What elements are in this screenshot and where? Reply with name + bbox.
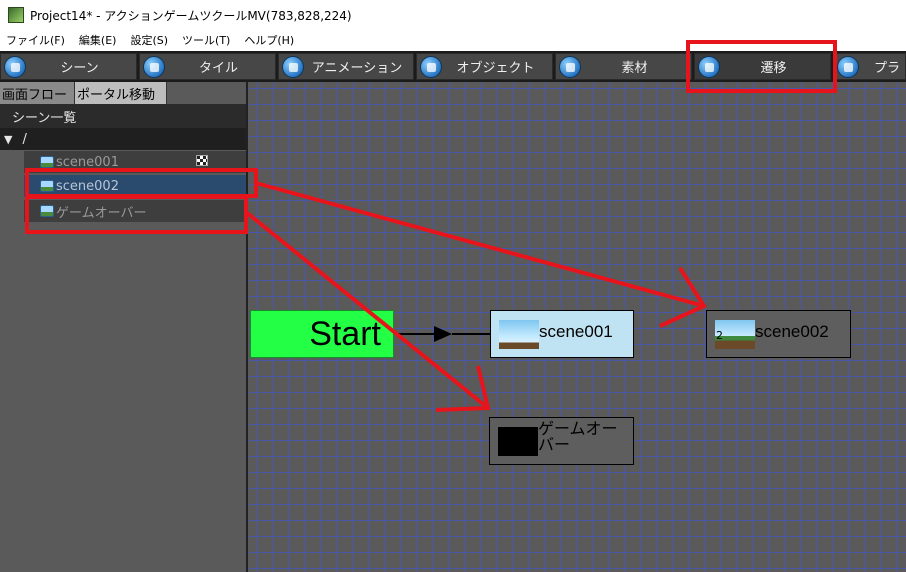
tree-root-label: / [22, 131, 27, 147]
scene-node-scene002[interactable]: 2 scene002 [706, 310, 851, 358]
scene-list-panel: 画面フロー ポータル移動 シーン一覧 ▼ / scene001 scene002… [0, 82, 246, 572]
checkered-flag-icon [196, 155, 208, 166]
subtab-portal-move[interactable]: ポータル移動 [75, 82, 167, 104]
scene-list-item-gameover[interactable]: ゲームオーバー [24, 200, 246, 222]
animation-icon [282, 56, 304, 78]
scene-icon [40, 205, 54, 217]
start-node-label: Start [309, 314, 381, 353]
object-icon [420, 56, 442, 78]
transition-icon [698, 56, 720, 78]
menu-help[interactable]: ヘルプ(H) [238, 32, 302, 48]
start-node[interactable]: Start [250, 310, 394, 358]
menu-file[interactable]: ファイル(F) [0, 32, 73, 48]
tab-tile[interactable]: タイル [139, 53, 276, 80]
flow-canvas[interactable]: Start scene001 2 scene002 ゲームオーバー [248, 82, 906, 572]
plugin-icon [837, 56, 859, 78]
scene-thumbnail [498, 427, 538, 456]
tab-object[interactable]: オブジェクト [416, 53, 553, 80]
scene-node-gameover[interactable]: ゲームオーバー [489, 417, 634, 465]
title-bar: Project14* - アクションゲームツクールMV(783,828,224) [0, 0, 906, 30]
scene-node-label: scene002 [755, 322, 829, 341]
scene-list-item-scene001[interactable]: scene001 [24, 151, 246, 173]
tab-scene[interactable]: シーン [0, 53, 137, 80]
menu-bar: ファイル(F) 編集(E) 設定(S) ツール(T) ヘルプ(H) [0, 30, 906, 50]
scene-node-badge: 2 [716, 329, 723, 342]
tree-root[interactable]: ▼ / [0, 128, 246, 150]
scene-list-item-scene002[interactable]: scene002 [24, 175, 246, 197]
tab-animation[interactable]: アニメーション [278, 53, 414, 80]
scene-list-item-label: scene002 [56, 178, 119, 194]
window-title: Project14* - アクションゲームツクールMV(783,828,224) [30, 8, 352, 23]
scene-icon [4, 56, 26, 78]
tab-transition[interactable]: 遷移 [694, 53, 831, 80]
scene-node-label: scene001 [539, 322, 613, 341]
tab-material[interactable]: 素材 [555, 53, 692, 80]
scene-list-item-label: ゲームオーバー [56, 205, 147, 221]
main-tab-bar: シーン タイル アニメーション オブジェクト 素材 遷移 プラ [0, 51, 906, 82]
scene-list-header: シーン一覧 [0, 104, 246, 128]
tile-icon [143, 56, 165, 78]
scene-list-item-label: scene001 [56, 154, 119, 170]
scene-node-scene001[interactable]: scene001 [490, 310, 634, 358]
scene-icon [40, 180, 54, 192]
app-icon [8, 7, 24, 23]
scene-icon [40, 156, 54, 168]
menu-settings[interactable]: 設定(S) [124, 32, 176, 48]
menu-tools[interactable]: ツール(T) [176, 32, 238, 48]
subtabs-filler [167, 82, 246, 104]
subtab-screen-flow[interactable]: 画面フロー [0, 82, 75, 104]
scene-node-label: ゲームオーバー [538, 421, 618, 454]
material-icon [559, 56, 581, 78]
scene-thumbnail [499, 320, 539, 349]
panel-subtabs: 画面フロー ポータル移動 [0, 82, 246, 104]
tab-plugin[interactable]: プラ [833, 53, 906, 80]
expand-triangle-icon[interactable]: ▼ [4, 133, 12, 146]
menu-edit[interactable]: 編集(E) [73, 32, 125, 48]
